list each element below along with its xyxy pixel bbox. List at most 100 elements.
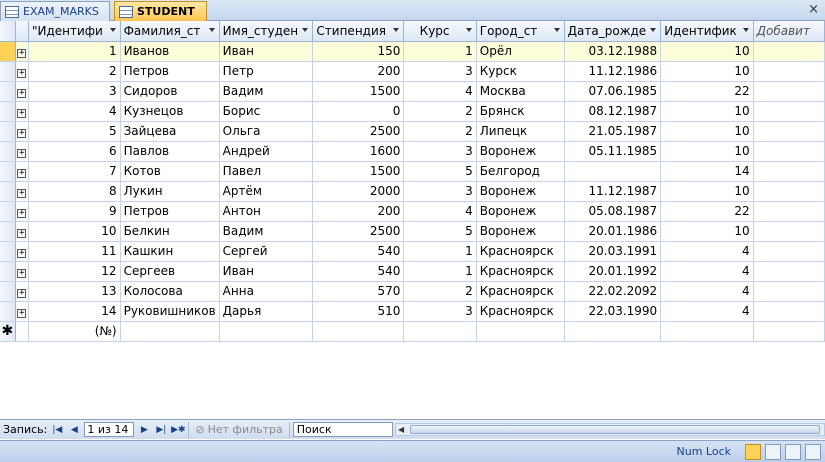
table-cell[interactable]: 5 <box>28 121 121 142</box>
table-cell[interactable]: 4 <box>28 101 121 122</box>
table-row[interactable]: +2 Петров Петр 200 3 Курск 11.12.1986 10 <box>0 61 825 82</box>
datasheet-grid[interactable]: "Идентифи Фамилия_ст Имя_студен Стипенди… <box>0 21 825 342</box>
table-cell[interactable]: 510 <box>312 301 405 322</box>
table-cell[interactable]: 1 <box>403 41 477 62</box>
dropdown-arrow-icon[interactable] <box>650 28 657 32</box>
dropdown-arrow-icon[interactable] <box>208 28 215 32</box>
dropdown-arrow-icon[interactable] <box>393 28 400 32</box>
table-cell[interactable]: Лукин <box>120 181 220 202</box>
table-cell[interactable]: Павел <box>219 161 314 182</box>
table-cell[interactable] <box>753 141 825 162</box>
column-header-surname[interactable]: Фамилия_ст <box>120 21 220 42</box>
column-header-add-field[interactable]: Добавит <box>753 21 825 42</box>
table-cell[interactable]: Зайцева <box>120 121 220 142</box>
table-cell[interactable]: 3 <box>403 181 477 202</box>
dropdown-arrow-icon[interactable] <box>465 28 472 32</box>
table-cell[interactable] <box>219 321 314 342</box>
table-cell[interactable] <box>753 321 825 342</box>
table-cell[interactable]: 10 <box>660 181 754 202</box>
table-cell[interactable] <box>660 321 754 342</box>
table-cell[interactable]: Колосова <box>120 281 220 302</box>
table-cell[interactable]: 6 <box>28 141 121 162</box>
expand-plus-icon[interactable]: + <box>17 289 27 298</box>
table-cell[interactable]: 4 <box>403 201 477 222</box>
table-cell[interactable]: Красноярск <box>476 261 565 282</box>
table-cell[interactable]: 5 <box>403 161 477 182</box>
table-cell[interactable]: 1 <box>403 241 477 262</box>
table-row[interactable]: +4 Кузнецов Борис 0 2 Брянск 08.12.1987 10 <box>0 101 825 122</box>
expand-plus-icon[interactable]: + <box>17 229 27 238</box>
table-cell[interactable]: 22.02.2092 <box>564 281 662 302</box>
scroll-left-icon[interactable]: ◀ <box>398 425 404 434</box>
column-header-id[interactable]: "Идентифи <box>28 21 121 42</box>
expand-plus-icon[interactable]: + <box>17 89 27 98</box>
table-cell[interactable]: 2000 <box>312 181 405 202</box>
table-cell[interactable] <box>564 161 662 182</box>
new-id-cell[interactable]: (№) <box>28 321 121 342</box>
table-cell[interactable]: Котов <box>120 161 220 182</box>
table-cell[interactable]: 570 <box>312 281 405 302</box>
table-row[interactable]: +14 Руковишников Дарья 510 3 Красноярск 22.03.… <box>0 301 825 322</box>
table-cell[interactable] <box>753 41 825 62</box>
column-header-stipend[interactable]: Стипендия <box>312 21 405 42</box>
table-row[interactable]: +7 Котов Павел 1500 5 Белгород 14 <box>0 161 825 182</box>
table-cell[interactable]: Вадим <box>219 221 314 242</box>
record-selector[interactable] <box>0 301 16 322</box>
table-row[interactable]: +1 Иванов Иван 150 1 Орёл 03.12.1988 10 <box>0 41 825 62</box>
record-selector[interactable] <box>0 221 16 242</box>
table-cell[interactable]: 21.05.1987 <box>564 121 662 142</box>
table-cell[interactable]: Красноярск <box>476 281 565 302</box>
table-cell[interactable] <box>753 221 825 242</box>
table-cell[interactable]: 3 <box>403 141 477 162</box>
design-view-icon[interactable] <box>805 443 821 460</box>
table-cell[interactable]: 2 <box>403 281 477 302</box>
table-cell[interactable]: Москва <box>476 81 565 102</box>
search-input[interactable]: Поиск <box>292 422 393 437</box>
table-cell[interactable] <box>753 61 825 82</box>
table-cell[interactable]: Петров <box>120 61 220 82</box>
table-cell[interactable]: 10 <box>660 141 754 162</box>
table-cell[interactable]: 4 <box>660 241 754 262</box>
dropdown-arrow-icon[interactable] <box>553 28 560 32</box>
table-cell[interactable]: 2 <box>403 121 477 142</box>
record-selector[interactable] <box>0 241 16 262</box>
next-record-icon[interactable]: ▶ <box>137 423 151 437</box>
dropdown-arrow-icon[interactable] <box>742 28 749 32</box>
table-cell[interactable]: 11 <box>28 241 121 262</box>
table-cell[interactable]: 03.12.1988 <box>564 41 662 62</box>
expand-plus-icon[interactable]: + <box>17 269 27 278</box>
horizontal-scrollbar[interactable]: ◀ <box>395 423 825 436</box>
record-selector[interactable] <box>0 101 16 122</box>
table-cell[interactable] <box>403 321 477 342</box>
table-cell[interactable]: 1 <box>28 41 121 62</box>
record-selector[interactable] <box>0 121 16 142</box>
table-cell[interactable] <box>753 301 825 322</box>
table-cell[interactable]: 12 <box>28 261 121 282</box>
datasheet-view-icon[interactable] <box>745 443 761 460</box>
table-cell[interactable]: 2 <box>403 101 477 122</box>
table-cell[interactable] <box>120 321 220 342</box>
table-row[interactable]: +11 Кашкин Сергей 540 1 Красноярск 20.03.1991 4 <box>0 241 825 262</box>
table-row[interactable]: +12 Сергеев Иван 540 1 Красноярск 20.01.1992 4 <box>0 261 825 282</box>
table-cell[interactable]: 4 <box>660 301 754 322</box>
table-row[interactable]: +8 Лукин Артём 2000 3 Воронеж 11.12.1987 10 <box>0 181 825 202</box>
table-cell[interactable] <box>753 121 825 142</box>
select-all-corner[interactable] <box>0 21 16 42</box>
new-record-icon[interactable]: ✱ <box>0 321 16 342</box>
table-cell[interactable]: 4 <box>660 261 754 282</box>
table-cell[interactable]: 10 <box>660 41 754 62</box>
close-icon[interactable]: × <box>808 2 819 18</box>
table-cell[interactable]: Павлов <box>120 141 220 162</box>
table-cell[interactable]: Брянск <box>476 101 565 122</box>
expand-plus-icon[interactable]: + <box>17 109 27 118</box>
table-cell[interactable]: Кузнецов <box>120 101 220 122</box>
table-cell[interactable]: 10 <box>28 221 121 242</box>
table-cell[interactable]: 9 <box>28 201 121 222</box>
table-cell[interactable]: 22.03.1990 <box>564 301 662 322</box>
table-cell[interactable]: Борис <box>219 101 314 122</box>
table-cell[interactable]: 1500 <box>312 161 405 182</box>
table-cell[interactable]: 3 <box>403 301 477 322</box>
table-cell[interactable]: 7 <box>28 161 121 182</box>
current-record-field[interactable]: 1 из 14 <box>84 422 135 437</box>
previous-record-icon[interactable]: ◀ <box>67 423 81 437</box>
